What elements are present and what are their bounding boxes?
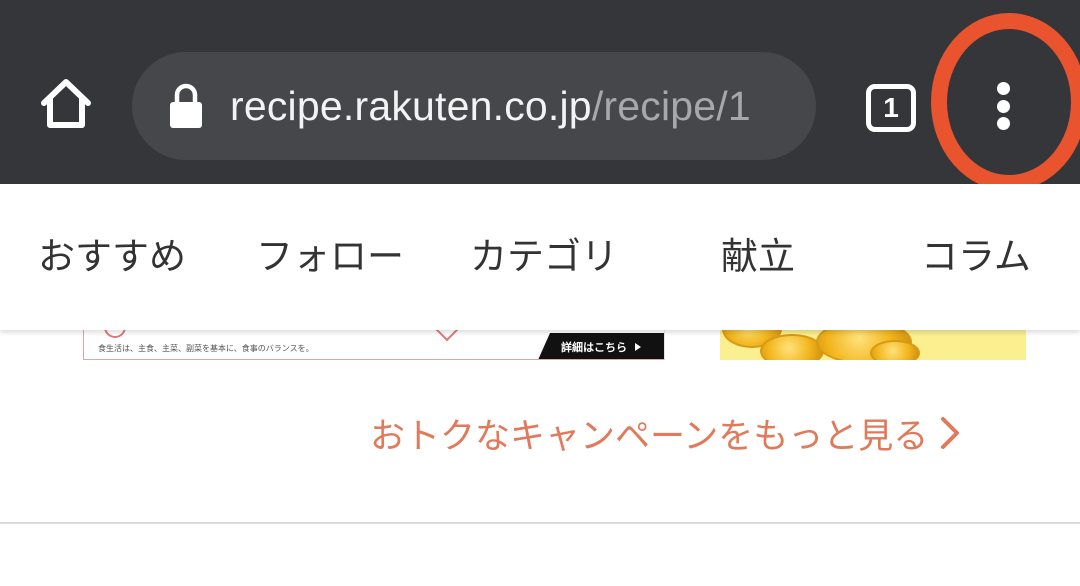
tab-category[interactable]: カテゴリ [470,184,618,330]
banner-detail-button[interactable]: 詳細はこちら [538,333,664,359]
url-path: /recipe/1 [591,82,751,129]
banner-decoration [435,330,459,342]
tab-menu-plan[interactable]: 献立 [721,184,795,330]
coin-image [760,334,824,360]
banner-detail-label: 詳細はこちら [561,340,627,354]
home-icon [41,79,91,128]
tab-follow[interactable]: フォロー [256,184,404,330]
promo-banner[interactable]: 食生活は、主食、主菜、副菜を基本に、食事のバランスを。 詳細はこちら [83,330,665,360]
tab-column[interactable]: コラム [921,184,1031,330]
address-bar[interactable]: recipe.rakuten.co.jp/recipe/1 [132,52,816,160]
more-vert-icon [996,82,1010,95]
url-domain: recipe.rakuten.co.jp [230,82,592,129]
more-vert-icon [996,117,1010,130]
more-menu-button[interactable] [968,76,1038,136]
more-campaigns-label: おトクなキャンペーンをもっと見る [370,416,929,457]
section-divider [0,522,1080,524]
banner-decoration [104,330,126,338]
category-tabs: おすすめ フォロー カテゴリ 献立 コラム [0,184,1080,330]
url-text: recipe.rakuten.co.jp/recipe/1 [230,83,751,130]
lock-icon [170,83,202,128]
more-vert-icon [996,99,1010,113]
chevron-right-icon [941,417,960,449]
browser-toolbar: recipe.rakuten.co.jp/recipe/1 1 [0,0,1080,191]
tab-switcher-button[interactable]: 1 [866,84,916,132]
play-arrow-icon [635,342,641,351]
tab-count: 1 [883,92,899,123]
banner-fine-print: 食生活は、主食、主菜、副菜を基本に、食事のバランスを。 [98,344,314,353]
points-banner[interactable] [720,330,1026,360]
main-content: 食生活は、主食、主菜、副菜を基本に、食事のバランスを。 詳細はこちら おトクなキ… [0,330,1080,586]
more-campaigns-link[interactable]: おトクなキャンペーンをもっと見る [370,412,962,457]
coin-image [870,340,920,360]
tab-recommended[interactable]: おすすめ [38,184,186,330]
home-button[interactable] [22,60,110,148]
